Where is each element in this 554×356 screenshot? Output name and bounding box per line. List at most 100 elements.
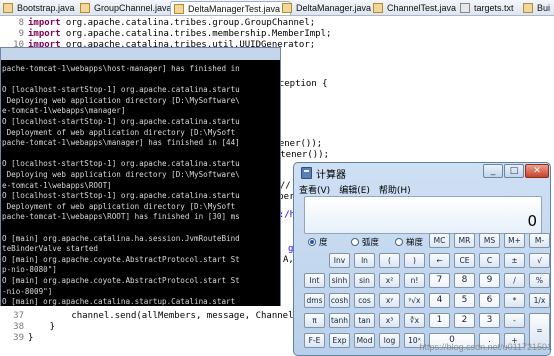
console-line: Deployment of web application directory … xyxy=(2,201,236,211)
function-key[interactable]: Exp xyxy=(329,333,350,348)
java-file-icon xyxy=(3,3,13,13)
calculator-window[interactable]: 计算器 _ □ ✕ 查看(V) 编辑(E) 帮助(H) 0 度 弧度 梯度 MC MR MS… xyxy=(293,162,551,356)
function-key[interactable]: log xyxy=(379,333,400,348)
console-line: Deploying web application directory [D:\… xyxy=(2,170,240,179)
minimize-icon[interactable]: _ xyxy=(483,164,503,178)
tab-label: DeltaManager.java xyxy=(296,3,372,13)
console-line: O [main] org.apache.catalina.ha.session.… xyxy=(2,233,240,243)
function-key[interactable]: Mod xyxy=(354,333,375,348)
line-number: 37 xyxy=(13,311,24,321)
function-key[interactable]: tanh xyxy=(329,313,350,328)
code-line: } xyxy=(28,322,55,332)
function-key[interactable]: cos xyxy=(354,293,375,308)
function-key[interactable]: % xyxy=(529,273,550,288)
function-key[interactable]: sin xyxy=(354,273,375,288)
function-key[interactable]: CE xyxy=(454,253,475,268)
function-key[interactable]: 1/x xyxy=(529,293,550,308)
function-key[interactable]: x³ xyxy=(379,313,400,328)
menu-item[interactable]: 查看(V) xyxy=(299,186,330,196)
editor-tab[interactable]: GroupChannel.java xyxy=(77,1,172,15)
close-icon[interactable]: ✕ xyxy=(525,164,549,178)
calculator-title-bar[interactable]: 计算器 _ □ ✕ xyxy=(294,163,550,183)
editor-tab[interactable]: Bui xyxy=(520,1,551,15)
radio-button[interactable] xyxy=(395,238,403,246)
console-line: e-tomcat-1\webapps\manager] xyxy=(2,106,126,116)
function-key[interactable]: C xyxy=(479,253,500,268)
function-key[interactable]: Inv xyxy=(329,253,350,268)
console-line: pache-tomcat-1\webapps\manager] has fini… xyxy=(2,138,240,148)
editor-tab[interactable]: DeltaManager.java xyxy=(279,1,372,15)
code-line: import org.apache.catalina.tribes.group.… xyxy=(28,18,315,28)
angle-mode-option[interactable]: 梯度 xyxy=(395,236,423,248)
line-number: 38 xyxy=(13,322,24,332)
mode-label: 度 xyxy=(319,238,328,248)
console-line: pache-tomcat-1\webapps\ROOT] has finishe… xyxy=(2,212,240,222)
console-line: Deployment of web application directory … xyxy=(2,127,236,137)
text-file-icon xyxy=(460,3,470,13)
function-key[interactable]: ∛x xyxy=(404,313,425,328)
function-key[interactable]: π xyxy=(304,313,325,328)
maximize-icon[interactable]: □ xyxy=(504,164,524,178)
function-key[interactable]: * xyxy=(504,293,525,308)
function-key[interactable]: Int xyxy=(304,273,325,288)
editor-tab-bar: Bootstrap.java GroupChannel.java DeltaMana… xyxy=(0,0,554,16)
digit-key[interactable]: 2 xyxy=(454,313,475,328)
editor-tab[interactable]: targets.txt xyxy=(457,1,514,15)
console-line: teBinderValve started xyxy=(2,244,99,254)
java-file-icon xyxy=(282,3,292,13)
java-file-icon xyxy=(80,3,90,13)
radio-button[interactable] xyxy=(308,238,316,246)
function-key[interactable]: ln xyxy=(354,253,375,268)
tab-label: Bootstrap.java xyxy=(17,3,75,13)
digit-key[interactable]: 6 xyxy=(479,293,500,308)
function-key[interactable]: ± xyxy=(504,253,525,268)
digit-key[interactable]: 3 xyxy=(479,313,500,328)
digit-key[interactable]: 5 xyxy=(454,293,475,308)
function-key[interactable]: sinh xyxy=(329,273,350,288)
line-number: 8 xyxy=(18,18,24,28)
digit-key[interactable]: 4 xyxy=(429,293,450,308)
digit-key[interactable]: 7 xyxy=(429,273,450,288)
angle-mode-option[interactable]: 弧度 xyxy=(351,236,379,248)
editor-tab[interactable]: ChannelTest.java xyxy=(370,1,457,15)
editor-tab[interactable]: DeltaManagerTest.java✕ xyxy=(170,1,291,15)
function-key[interactable]: √ xyxy=(529,253,550,268)
tab-label: Bui xyxy=(537,3,551,13)
function-key[interactable]: F-E xyxy=(304,333,325,348)
calculator-display: 0 xyxy=(304,196,542,234)
function-key[interactable]: tan xyxy=(354,313,375,328)
memory-key[interactable]: MC xyxy=(429,233,450,248)
tab-label: ChannelTest.java xyxy=(387,3,457,13)
digit-key[interactable]: 8 xyxy=(454,273,475,288)
memory-key[interactable]: MR xyxy=(454,233,475,248)
function-key[interactable]: dms xyxy=(304,293,325,308)
code-text: } xyxy=(28,322,56,332)
memory-key[interactable]: M- xyxy=(529,233,550,248)
console-line: e-tomcat-1\webapps\ROOT] xyxy=(2,180,112,190)
function-key[interactable]: / xyxy=(504,273,525,288)
function-key[interactable]: x² xyxy=(379,273,400,288)
angle-mode-option[interactable]: 度 xyxy=(308,236,328,248)
menu-item[interactable]: 帮助(H) xyxy=(379,186,411,196)
keyword: import xyxy=(28,18,61,28)
memory-key[interactable]: M+ xyxy=(504,233,525,248)
digit-key[interactable]: 9 xyxy=(479,273,500,288)
digit-key[interactable]: 1 xyxy=(429,313,450,328)
function-key[interactable]: ʸ√x xyxy=(404,293,425,308)
function-key[interactable]: ( xyxy=(379,253,400,268)
function-key[interactable]: - xyxy=(504,313,525,328)
code-text: } xyxy=(28,333,34,343)
calculator-icon xyxy=(301,167,312,179)
function-key[interactable]: xʸ xyxy=(379,293,400,308)
radio-button[interactable] xyxy=(351,238,359,246)
function-key[interactable]: ) xyxy=(404,253,425,268)
java-file-icon xyxy=(373,3,383,13)
memory-key[interactable]: MS xyxy=(479,233,500,248)
function-key[interactable]: n! xyxy=(404,273,425,288)
function-key[interactable]: cosh xyxy=(329,293,350,308)
editor-tab[interactable]: Bootstrap.java xyxy=(0,1,75,15)
tomcat-console-window[interactable]: pache-tomcat-1\webapps\host-manager] has… xyxy=(0,47,281,306)
menu-item[interactable]: 编辑(E) xyxy=(339,186,370,196)
function-key[interactable]: ← xyxy=(429,253,450,268)
code-line: import org.apache.catalina.tribes.member… xyxy=(28,29,331,39)
